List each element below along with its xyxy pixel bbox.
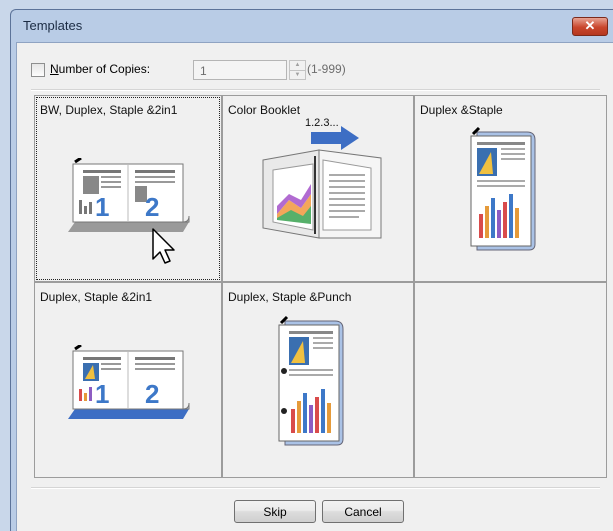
page-number-two: 2 <box>145 192 159 222</box>
duplex-staple-thumbnail-icon <box>470 126 536 251</box>
template-duplex-staple[interactable]: Duplex &Staple <box>414 95 607 282</box>
template-bw-duplex-staple-2in1[interactable]: BW, Duplex, Staple &2in1 1 2 <box>34 95 222 282</box>
dialog-body: Number of Copies: 1 ▲ ▼ (1-999) BW, Dupl… <box>16 42 613 531</box>
cancel-button[interactable]: Cancel <box>322 500 404 523</box>
color-booklet-thumbnail-icon: 1.2.3... <box>262 117 382 239</box>
template-label: Duplex, Staple &Punch <box>228 290 352 304</box>
duplex-staple-punch-thumbnail-icon <box>278 315 344 446</box>
copies-spinner[interactable]: ▲ ▼ <box>289 60 306 80</box>
template-duplex-staple-punch[interactable]: Duplex, Staple &Punch <box>222 282 414 478</box>
bw-2in1-thumbnail-icon: 1 2 <box>68 158 190 232</box>
page-order-text: 1.2.3... <box>305 117 339 129</box>
page-number-two: 2 <box>145 379 159 409</box>
window-title: Templates <box>23 18 83 33</box>
template-duplex-staple-2in1[interactable]: Duplex, Staple &2in1 1 2 <box>34 282 222 478</box>
page-number-one: 1 <box>95 192 109 222</box>
template-label: Duplex &Staple <box>420 103 503 117</box>
color-2in1-thumbnail-icon: 1 2 <box>68 345 190 419</box>
template-grid: BW, Duplex, Staple &2in1 1 2 Color Bookl… <box>34 95 607 478</box>
templates-dialog: Templates ✕ Number of Copies: 1 ▲ ▼ (1-9… <box>10 9 613 531</box>
skip-button[interactable]: Skip <box>234 500 316 523</box>
title-bar[interactable]: Templates ✕ <box>11 10 613 41</box>
close-icon: ✕ <box>584 18 596 33</box>
close-button[interactable]: ✕ <box>572 17 608 36</box>
template-color-booklet[interactable]: Color Booklet 1.2.3... <box>222 95 414 282</box>
template-label: BW, Duplex, Staple &2in1 <box>40 103 178 117</box>
top-divider <box>31 89 600 91</box>
page-number-one: 1 <box>95 379 109 409</box>
copies-input[interactable]: 1 <box>193 60 287 80</box>
template-empty-slot <box>414 282 607 478</box>
spin-up-icon[interactable]: ▲ <box>290 61 305 70</box>
number-of-copies-checkbox[interactable] <box>31 63 45 77</box>
spin-down-icon[interactable]: ▼ <box>290 70 305 80</box>
copies-range: (1-999) <box>307 62 346 76</box>
template-label: Duplex, Staple &2in1 <box>40 290 153 304</box>
number-of-copies-label[interactable]: Number of Copies: <box>50 62 150 76</box>
mouse-cursor-icon <box>152 228 175 264</box>
arrow-right-icon <box>311 126 359 150</box>
bottom-divider <box>31 487 600 489</box>
